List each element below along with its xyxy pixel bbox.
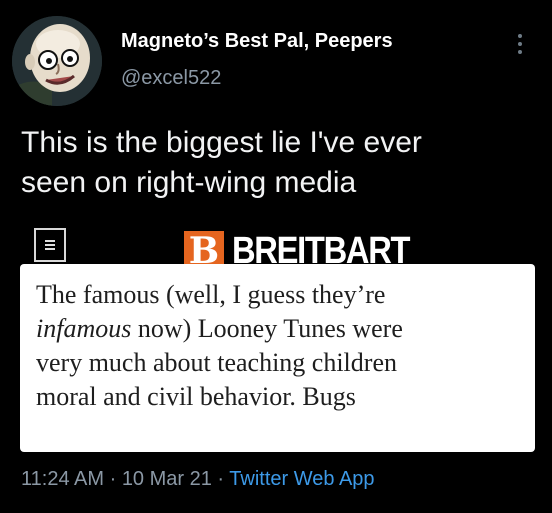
article-text-segment: now) Looney Tunes were	[131, 314, 403, 343]
article-excerpt-line: The famous (well, I guess they’re	[36, 278, 535, 312]
vertical-ellipsis-icon	[518, 50, 522, 54]
article-excerpt-line: infamous now) Looney Tunes were	[36, 312, 535, 346]
tweet-time[interactable]: 11:24 AM	[21, 468, 104, 490]
article-italic-text: infamous	[36, 314, 132, 343]
article-excerpt-line: moral and civil behavior. Bugs	[36, 380, 535, 414]
article-text-segment: very much about teaching children	[36, 348, 397, 377]
article-text-segment: moral and civil behavior. Bugs	[36, 382, 356, 411]
article-excerpt-line: very much about teaching children	[36, 346, 535, 380]
avatar[interactable]	[12, 16, 102, 106]
more-options-button[interactable]	[510, 27, 530, 61]
tweet-text-line: seen on right-wing media	[21, 166, 357, 199]
article-text-segment: The famous (well, I guess they’re	[36, 280, 386, 309]
hamburger-menu-button	[34, 228, 66, 262]
vertical-ellipsis-icon	[518, 34, 522, 38]
tweet-text-line: This is the biggest lie I've ever	[21, 126, 422, 159]
tweet-meta: 11:24 AM · 10 Mar 21 · Twitter Web App	[21, 468, 375, 491]
meta-separator: ·	[211, 468, 230, 490]
user-handle[interactable]: @excel522	[121, 67, 221, 90]
tweet-source-link[interactable]: Twitter Web App	[229, 468, 374, 490]
attached-image[interactable]: B BREITBART The famous (well, I guess th…	[20, 220, 535, 455]
article-excerpt-card: The famous (well, I guess they’re infamou…	[20, 264, 535, 452]
display-name[interactable]: Magneto’s Best Pal, Peepers	[121, 30, 393, 53]
tweet-date[interactable]: 10 Mar 21	[122, 468, 212, 490]
meta-separator: ·	[104, 468, 122, 490]
bald-cartoon-face-icon	[12, 16, 102, 106]
article-excerpt: The famous (well, I guess they’re infamou…	[36, 278, 535, 414]
vertical-ellipsis-icon	[518, 42, 522, 46]
hamburger-menu-icon	[45, 240, 55, 250]
tweet-text: This is the biggest lie I've ever seen o…	[21, 123, 521, 203]
